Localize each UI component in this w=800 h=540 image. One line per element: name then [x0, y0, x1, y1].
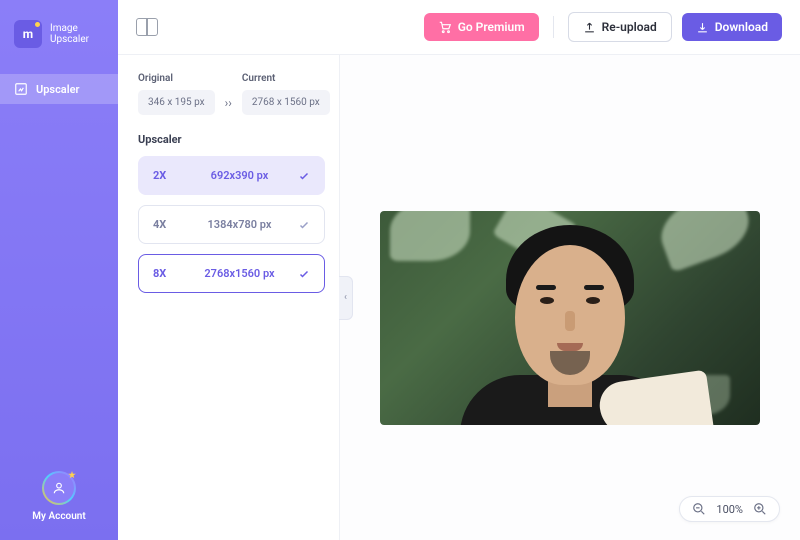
brand: m Image Upscaler [0, 20, 118, 74]
app-root: m Image Upscaler Upscaler My Account [0, 0, 800, 540]
preview-area: ‹ 100 [340, 55, 800, 540]
upscale-option-4x[interactable]: 4X 1384x780 px [138, 205, 325, 244]
zoom-control: 100% [679, 496, 780, 522]
reupload-button[interactable]: Re-upload [568, 12, 672, 42]
brand-name: Image Upscaler [50, 23, 89, 46]
option-dim: 692x390 px [211, 169, 269, 182]
content: Original 346 x 195 px ›› Current 2768 x … [118, 55, 800, 540]
upscale-option-2x[interactable]: 2X 692x390 px [138, 156, 325, 195]
current-dim-col: Current 2768 x 1560 px [242, 73, 330, 115]
check-icon [298, 170, 310, 182]
sidebar-item-label: Upscaler [36, 83, 79, 96]
current-dim: 2768 x 1560 px [242, 90, 330, 115]
layout-toggle-icon[interactable] [136, 18, 158, 36]
option-mult: 8X [153, 267, 181, 280]
cart-icon [438, 20, 452, 34]
current-label: Current [242, 73, 330, 84]
topbar: Go Premium Re-upload Download [118, 0, 800, 55]
download-button[interactable]: Download [682, 13, 782, 41]
original-label: Original [138, 73, 215, 84]
upscaler-section-title: Upscaler [138, 133, 325, 146]
result-image[interactable] [380, 211, 760, 425]
zoom-out-button[interactable] [692, 502, 706, 516]
go-premium-button[interactable]: Go Premium [424, 13, 539, 41]
download-label: Download [715, 20, 768, 34]
arrow-icon: ›› [225, 78, 232, 110]
original-dim-col: Original 346 x 195 px [138, 73, 215, 115]
divider [553, 16, 554, 38]
upload-icon [583, 21, 596, 34]
zoom-level: 100% [716, 503, 743, 516]
upscale-option-8x[interactable]: 8X 2768x1560 px [138, 254, 325, 293]
upscaler-icon [14, 82, 28, 96]
brand-logo-icon: m [14, 20, 42, 48]
original-dim: 346 x 195 px [138, 90, 215, 115]
avatar [42, 471, 76, 505]
check-icon [298, 268, 310, 280]
go-premium-label: Go Premium [458, 20, 525, 34]
zoom-in-button[interactable] [753, 502, 767, 516]
main: Go Premium Re-upload Download Ori [118, 0, 800, 540]
dimensions-row: Original 346 x 195 px ›› Current 2768 x … [138, 73, 325, 115]
option-dim: 1384x780 px [208, 218, 272, 231]
my-account-label: My Account [32, 511, 86, 522]
my-account[interactable]: My Account [0, 471, 118, 522]
reupload-label: Re-upload [602, 20, 657, 34]
download-icon [696, 21, 709, 34]
check-icon [298, 219, 310, 231]
sidebar-item-upscaler[interactable]: Upscaler [0, 74, 118, 104]
option-mult: 2X [153, 169, 181, 182]
panel-collapse-handle[interactable]: ‹ [339, 276, 353, 320]
options-panel: Original 346 x 195 px ›› Current 2768 x … [118, 55, 340, 540]
sidebar: m Image Upscaler Upscaler My Account [0, 0, 118, 540]
option-mult: 4X [153, 218, 181, 231]
option-dim: 2768x1560 px [204, 267, 274, 280]
